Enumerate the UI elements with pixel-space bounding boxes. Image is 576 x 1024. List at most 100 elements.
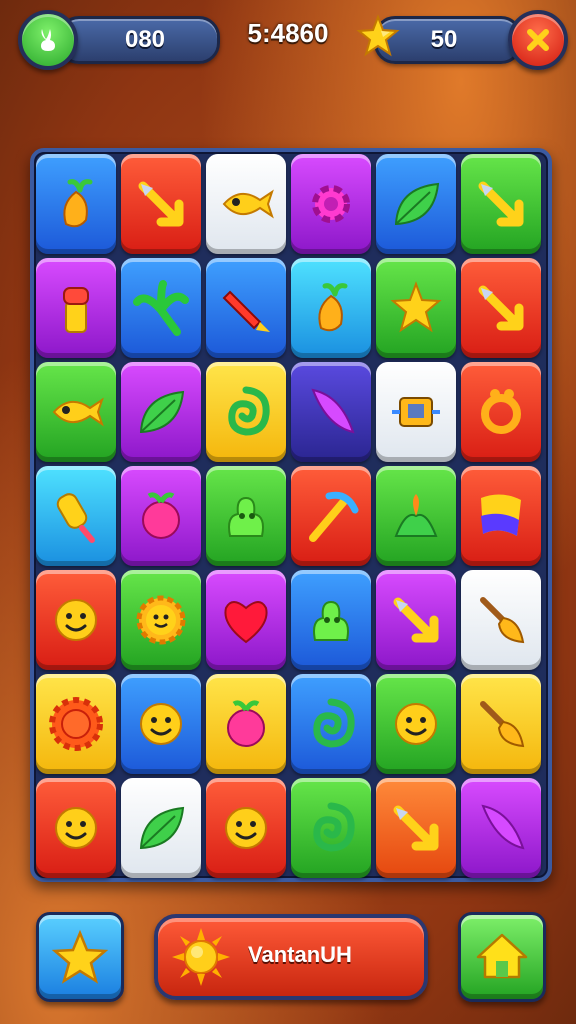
home-button[interactable] bbox=[458, 912, 546, 1002]
sun-icon bbox=[172, 928, 230, 986]
score-display: 5:4860 bbox=[247, 18, 329, 48]
tile-r1-c6[interactable] bbox=[461, 154, 541, 254]
tile-r6-c4[interactable] bbox=[291, 674, 371, 774]
star-icon bbox=[356, 14, 400, 57]
fish-icon bbox=[52, 397, 104, 427]
tile-r1-c2[interactable] bbox=[121, 154, 201, 254]
top-hud: 080 5:4860 50 bbox=[0, 0, 576, 80]
tile-r6-c6[interactable] bbox=[461, 674, 541, 774]
fish-icon bbox=[222, 189, 274, 219]
tile-r3-c5[interactable] bbox=[376, 362, 456, 462]
rabbit-icon bbox=[41, 29, 55, 51]
tile-r6-c1[interactable] bbox=[36, 674, 116, 774]
tile-grid bbox=[34, 152, 543, 880]
tile-r3-c4[interactable] bbox=[291, 362, 371, 462]
rocket-icon bbox=[222, 290, 270, 332]
brush-icon bbox=[480, 597, 525, 644]
brush-icon bbox=[480, 701, 525, 748]
tile-r5-c3[interactable] bbox=[206, 570, 286, 670]
tile-r2-c5[interactable] bbox=[376, 258, 456, 358]
berry-icon bbox=[142, 492, 180, 539]
pickaxe-icon bbox=[309, 491, 359, 542]
tile-r4-c2[interactable] bbox=[121, 466, 201, 566]
tile-r4-c6[interactable] bbox=[461, 466, 541, 566]
tile-r5-c1[interactable] bbox=[36, 570, 116, 670]
tile-r5-c5[interactable] bbox=[376, 570, 456, 670]
carrot-icon bbox=[318, 283, 348, 332]
tile-r1-c3[interactable] bbox=[206, 154, 286, 254]
tile-r2-c4[interactable] bbox=[291, 258, 371, 358]
tile-r2-c6[interactable] bbox=[461, 258, 541, 358]
smiley-icon bbox=[55, 807, 97, 849]
coins-counter: 080 bbox=[58, 16, 220, 64]
tile-r1-c5[interactable] bbox=[376, 154, 456, 254]
tile-r3-c3[interactable] bbox=[206, 362, 286, 462]
stars-value: 50 bbox=[430, 26, 458, 53]
blob-icon bbox=[313, 600, 349, 641]
smiley-icon bbox=[140, 703, 182, 745]
arrow-icon bbox=[478, 285, 524, 331]
tile-r7-c6[interactable] bbox=[461, 778, 541, 878]
tile-r4-c3[interactable] bbox=[206, 466, 286, 566]
tile-r7-c5[interactable] bbox=[376, 778, 456, 878]
coins-value: 080 bbox=[124, 26, 166, 53]
tile-r4-c4[interactable] bbox=[291, 466, 371, 566]
ring-icon bbox=[481, 389, 521, 434]
tile-r7-c4[interactable] bbox=[291, 778, 371, 878]
bottle-icon bbox=[63, 287, 89, 333]
tile-r6-c2[interactable] bbox=[121, 674, 201, 774]
tile-r7-c1[interactable] bbox=[36, 778, 116, 878]
tile-r1-c4[interactable] bbox=[291, 154, 371, 254]
player-name: VantanUH bbox=[248, 942, 352, 967]
feather-icon bbox=[481, 804, 525, 850]
sun-face-icon bbox=[136, 595, 186, 645]
star-icon bbox=[52, 929, 108, 984]
smiley-icon bbox=[395, 703, 437, 745]
tile-r5-c6[interactable] bbox=[461, 570, 541, 670]
leaf-icon bbox=[394, 182, 440, 226]
berry-icon bbox=[227, 700, 265, 747]
tile-r3-c2[interactable] bbox=[121, 362, 201, 462]
smiley-icon bbox=[225, 807, 267, 849]
tile-r4-c5[interactable] bbox=[376, 466, 456, 566]
favorites-button[interactable] bbox=[36, 912, 124, 1002]
home-icon bbox=[476, 933, 528, 979]
tile-r2-c1[interactable] bbox=[36, 258, 116, 358]
sprout-icon bbox=[394, 494, 438, 537]
swirl-icon bbox=[313, 802, 355, 852]
carrot-icon bbox=[63, 179, 93, 228]
player-name-bar[interactable]: VantanUH bbox=[154, 914, 428, 1000]
tile-r7-c3[interactable] bbox=[206, 778, 286, 878]
gear-icon bbox=[312, 185, 350, 223]
swirl-icon bbox=[228, 386, 270, 436]
tile-r3-c6[interactable] bbox=[461, 362, 541, 462]
blob-icon bbox=[228, 496, 264, 537]
tile-r3-c1[interactable] bbox=[36, 362, 116, 462]
palm-leaf-icon bbox=[133, 280, 189, 336]
tile-r5-c2[interactable] bbox=[121, 570, 201, 670]
tile-r1-c1[interactable] bbox=[36, 154, 116, 254]
feather-icon bbox=[311, 388, 355, 434]
tile-r2-c2[interactable] bbox=[121, 258, 201, 358]
tile-r2-c3[interactable] bbox=[206, 258, 286, 358]
tile-r7-c2[interactable] bbox=[121, 778, 201, 878]
leaf-icon bbox=[139, 806, 185, 850]
tile-r6-c5[interactable] bbox=[376, 674, 456, 774]
tile-r5-c4[interactable] bbox=[291, 570, 371, 670]
sun-icon bbox=[49, 697, 103, 751]
robot-icon bbox=[392, 397, 440, 427]
popsicle-icon bbox=[56, 493, 95, 543]
smiley-icon bbox=[55, 599, 97, 641]
tile-r6-c3[interactable] bbox=[206, 674, 286, 774]
flag-icon bbox=[481, 494, 521, 536]
close-button[interactable] bbox=[508, 10, 568, 70]
leaf-icon bbox=[139, 390, 185, 434]
swirl-icon bbox=[313, 698, 355, 748]
tile-r4-c1[interactable] bbox=[36, 466, 116, 566]
arrow-icon bbox=[138, 181, 184, 227]
profile-button[interactable] bbox=[18, 10, 78, 70]
heart-icon bbox=[224, 601, 268, 644]
arrow-icon bbox=[393, 805, 439, 851]
star-icon bbox=[390, 281, 442, 333]
arrow-icon bbox=[478, 181, 524, 227]
